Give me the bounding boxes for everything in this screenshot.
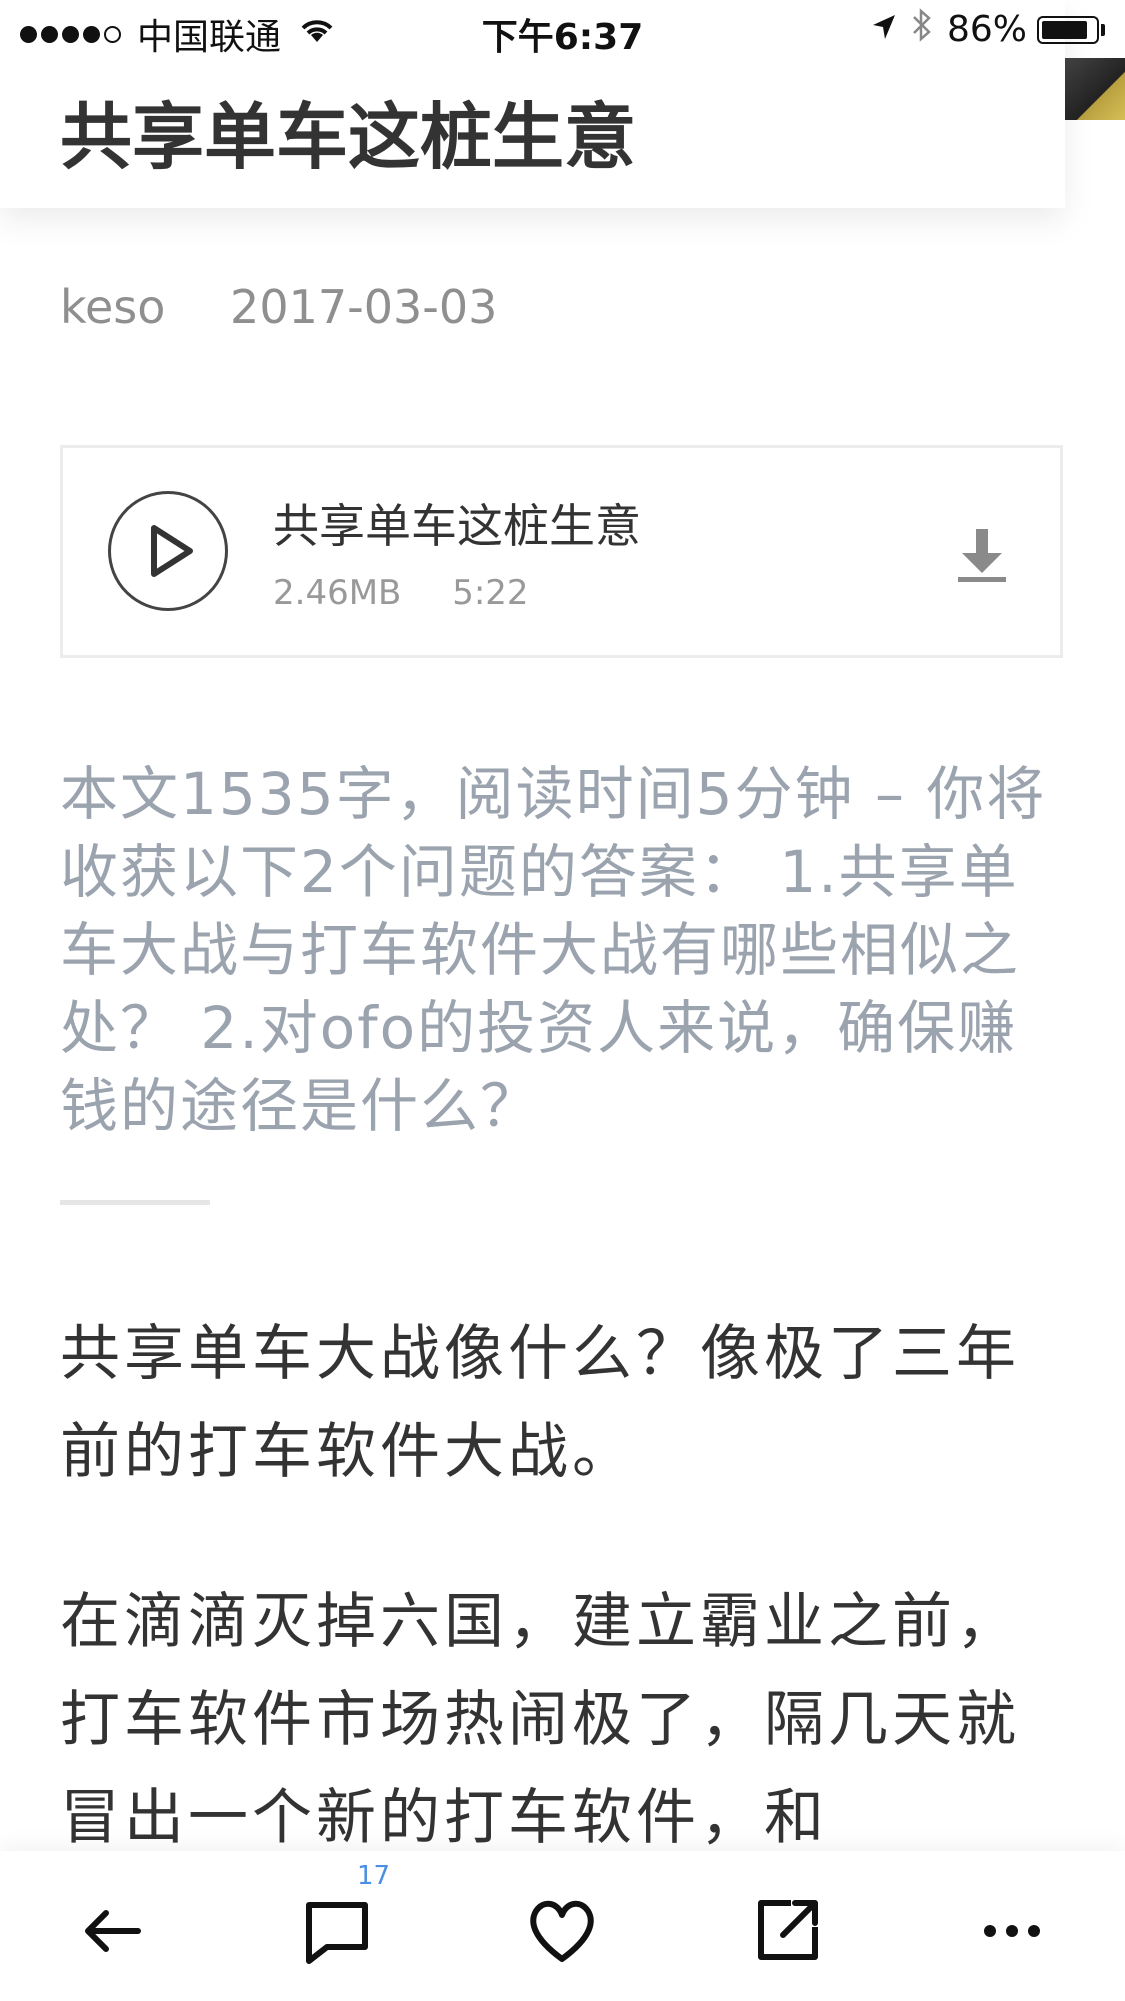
download-icon <box>958 529 1006 582</box>
battery-percent: 86% <box>946 9 1027 50</box>
comment-count-badge: 17 <box>357 1861 391 1891</box>
location-arrow-icon <box>871 9 897 50</box>
download-button[interactable] <box>954 525 1010 585</box>
audio-title: 共享单车这桩生意 <box>273 499 641 553</box>
summary-divider <box>60 1200 210 1205</box>
battery-icon <box>1037 15 1099 44</box>
play-icon <box>151 525 193 577</box>
article-summary: 本文1535字，阅读时间5分钟 – 你将收获以下2个问题的答案： 1.共享单车大… <box>60 760 1047 1140</box>
more-button[interactable] <box>972 1891 1052 1971</box>
status-right: 86% <box>871 8 1105 51</box>
back-button[interactable] <box>72 1891 152 1971</box>
body-paragraph: 在滴滴灭掉六国，建立霸业之前，打车软件市场热闹极了，隔几天就冒出一个新的打车软件… <box>60 1587 1020 1853</box>
comment-button[interactable] <box>297 1891 377 1971</box>
share-icon <box>758 1900 818 1960</box>
bluetooth-icon <box>911 8 933 51</box>
article-body: 共享单车大战像什么？像极了三年前的打车软件大战。 在滴滴灭掉六国，建立霸业之前，… <box>60 1305 1060 1939</box>
more-icon <box>984 1925 1040 1937</box>
body-paragraph: 共享单车大战像什么？像极了三年前的打车软件大战。 <box>60 1319 1020 1487</box>
audio-meta: 2.46MB 5:22 <box>273 573 529 613</box>
audio-duration: 5:22 <box>452 573 529 613</box>
article-page: 中国联通 下午6:37 86% 共享单车这桩生意 keso 2017-03-03… <box>0 0 1125 2001</box>
bottom-toolbar: 17 <box>0 1851 1125 2001</box>
play-button[interactable] <box>108 491 228 611</box>
share-button[interactable] <box>747 1891 827 1971</box>
audio-player-card[interactable]: 共享单车这桩生意 2.46MB 5:22 <box>60 445 1063 658</box>
comment-icon <box>306 1902 368 1964</box>
status-bar: 中国联通 下午6:37 86% <box>0 0 1125 60</box>
back-arrow-icon <box>85 1910 141 1952</box>
article-meta: keso 2017-03-03 <box>60 280 497 334</box>
cover-thumbnail[interactable] <box>1065 58 1125 120</box>
like-button[interactable] <box>522 1891 602 1971</box>
publish-date: 2017-03-03 <box>230 280 498 334</box>
article-title: 共享单车这桩生意 <box>60 95 637 179</box>
audio-size: 2.46MB <box>273 573 402 613</box>
heart-icon <box>530 1900 594 1962</box>
author-name[interactable]: keso <box>60 280 165 334</box>
